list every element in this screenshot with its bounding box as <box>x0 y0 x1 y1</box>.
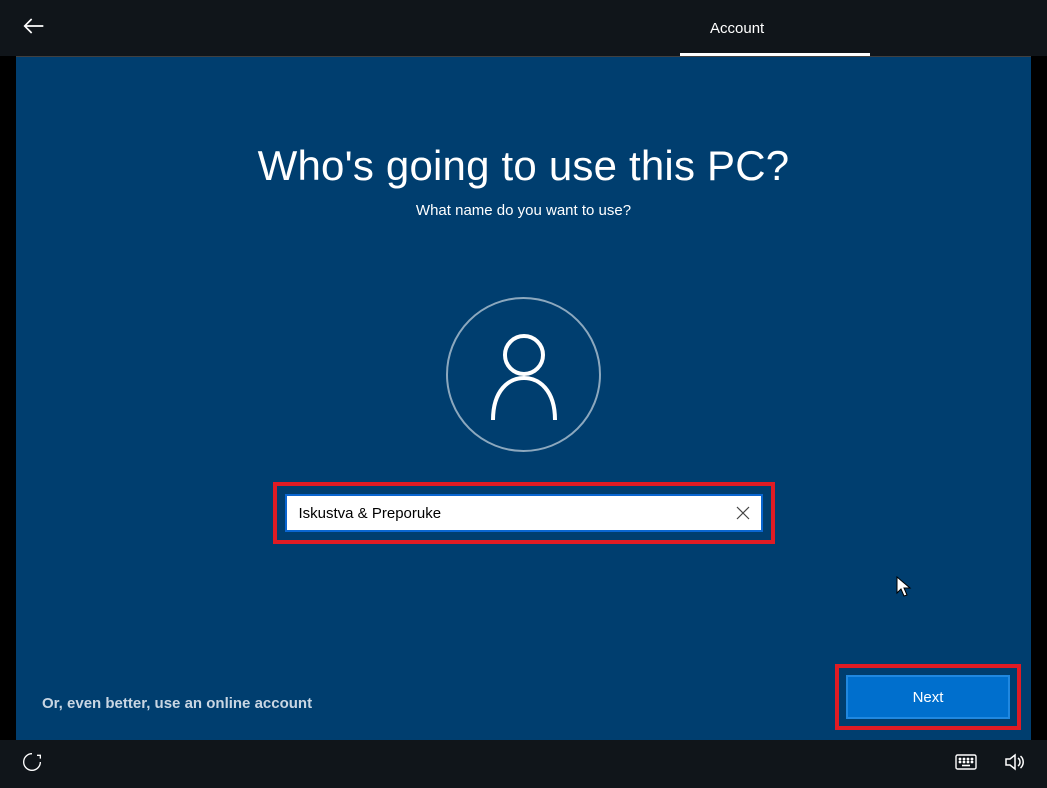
volume-icon[interactable] <box>1005 753 1025 776</box>
next-button[interactable]: Next <box>846 675 1010 719</box>
top-bar: Account <box>0 0 1047 56</box>
user-icon <box>485 330 563 420</box>
avatar-placeholder <box>446 297 601 452</box>
clear-input-icon[interactable] <box>725 496 761 530</box>
next-button-highlight-box: Next <box>835 664 1021 730</box>
ease-of-access-icon[interactable] <box>22 752 42 777</box>
back-arrow-icon[interactable] <box>20 12 48 45</box>
main-panel: Who's going to use this PC? What name do… <box>16 57 1031 740</box>
online-account-link[interactable]: Or, even better, use an online account <box>42 695 312 712</box>
tab-account[interactable]: Account <box>710 20 764 37</box>
footer-bar <box>0 740 1047 788</box>
keyboard-icon[interactable] <box>955 754 977 775</box>
page-subtitle: What name do you want to use? <box>416 202 631 219</box>
username-highlight-box <box>273 482 775 544</box>
username-input-container <box>285 494 763 532</box>
username-input[interactable] <box>287 496 725 530</box>
page-title: Who's going to use this PC? <box>258 142 790 190</box>
